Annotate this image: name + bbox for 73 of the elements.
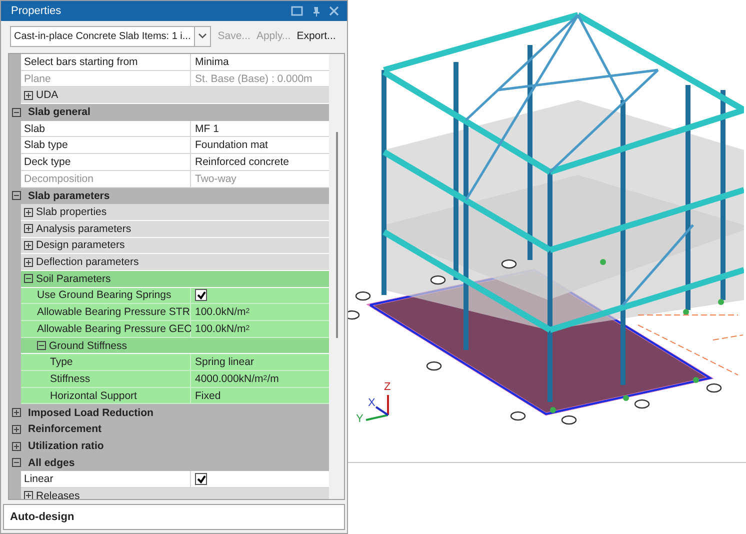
expand-icon[interactable]	[24, 90, 33, 100]
expand-icon[interactable]	[12, 408, 20, 418]
group-label: Deflection parameters	[36, 256, 139, 268]
expand-icon[interactable]	[12, 442, 20, 451]
group-label: Ground Stiffness	[49, 340, 128, 352]
property-name: Type	[21, 354, 191, 372]
category-label: Imposed Load Reduction	[27, 406, 154, 419]
expand-icon[interactable]	[12, 424, 20, 434]
group-row[interactable]: Analysis parameters	[21, 220, 329, 238]
axis-triad-icon	[366, 395, 389, 421]
group-row[interactable]: Soil Parameters	[21, 270, 329, 288]
y-axis-label: Y	[356, 413, 364, 425]
group-label: Analysis parameters	[36, 222, 132, 235]
category-label: Slab general	[27, 106, 90, 118]
group-row[interactable]: Deflection parameters	[21, 254, 329, 271]
item-selector-dropdown[interactable]: Cast-in-place Concrete Slab Items: 1 i...	[10, 26, 211, 46]
group-label: Soil Parameters	[36, 272, 111, 285]
property-value[interactable]: 4000.000kN/m$^{2}$/m	[191, 371, 329, 388]
expand-icon[interactable]	[24, 224, 33, 234]
collapse-icon[interactable]	[12, 191, 20, 200]
group-row[interactable]: Slab properties	[21, 204, 329, 221]
collapse-icon[interactable]	[12, 458, 20, 468]
property-value[interactable]: Foundation mat	[191, 137, 329, 154]
property-name: Use Ground Bearing Springs	[21, 288, 191, 304]
property-value[interactable]: 100.0kN/m$^{2}$	[191, 321, 329, 338]
toolbar-button[interactable]: Export...	[296, 30, 337, 42]
property-name: Linear	[21, 471, 191, 488]
property-name: Slab type	[21, 137, 191, 154]
collapse-icon[interactable]	[24, 274, 33, 284]
property-name: Select bars starting from	[21, 54, 191, 71]
property-value[interactable]: MF 1	[191, 120, 329, 138]
property-value[interactable]: Minima	[191, 54, 329, 71]
category-label: Slab parameters	[27, 190, 110, 202]
group-row[interactable]: UDA	[21, 87, 329, 104]
expand-icon[interactable]	[24, 208, 33, 217]
property-name: Decomposition	[21, 170, 191, 188]
auto-design-section: Auto-design	[3, 504, 345, 530]
scrollbar-thumb[interactable]	[336, 132, 338, 338]
category-label: Reinforcement	[27, 423, 102, 436]
x-axis-label: X	[368, 397, 376, 409]
caret-icon	[198, 33, 207, 39]
property-value[interactable]: Spring linear	[191, 354, 329, 372]
property-name: Deck type	[21, 154, 191, 171]
collapse-icon[interactable]	[37, 341, 46, 350]
group-label: UDA	[36, 89, 58, 102]
category-label: Utilization ratio	[27, 440, 104, 452]
checkbox[interactable]	[195, 289, 207, 302]
property-value[interactable]: 100.0kN/m$^{2}$	[191, 304, 329, 321]
z-axis-label: Z	[384, 381, 391, 393]
property-name: Slab	[21, 120, 191, 138]
property-name: Plane	[21, 70, 191, 88]
panel-title: Properties	[11, 5, 62, 17]
property-name: Allowable Bearing Pressure GEO	[21, 321, 191, 338]
group-label: Slab properties	[36, 206, 107, 218]
collapse-icon[interactable]	[12, 108, 20, 117]
property-name: Stiffness	[21, 371, 191, 388]
group-row[interactable]: Ground Stiffness	[21, 338, 329, 354]
group-row[interactable]: Releases	[21, 488, 329, 499]
expand-icon[interactable]	[24, 491, 33, 499]
property-value[interactable]: Reinforced concrete	[191, 154, 329, 171]
checkbox[interactable]	[195, 473, 207, 486]
expand-icon[interactable]	[24, 258, 33, 267]
property-value[interactable]: Fixed	[191, 388, 329, 404]
group-label: Design parameters	[36, 239, 125, 252]
property-name: Horizontal Support	[21, 388, 191, 404]
property-name: Allowable Bearing Pressure STR	[21, 304, 191, 321]
category-label: All edges	[27, 456, 75, 469]
maximize-icon[interactable]	[291, 6, 303, 16]
pin-icon[interactable]	[312, 6, 320, 16]
expand-icon[interactable]	[24, 240, 33, 250]
group-label: Releases	[36, 490, 80, 499]
close-icon[interactable]	[329, 6, 339, 16]
group-row[interactable]: Design parameters	[21, 238, 329, 254]
